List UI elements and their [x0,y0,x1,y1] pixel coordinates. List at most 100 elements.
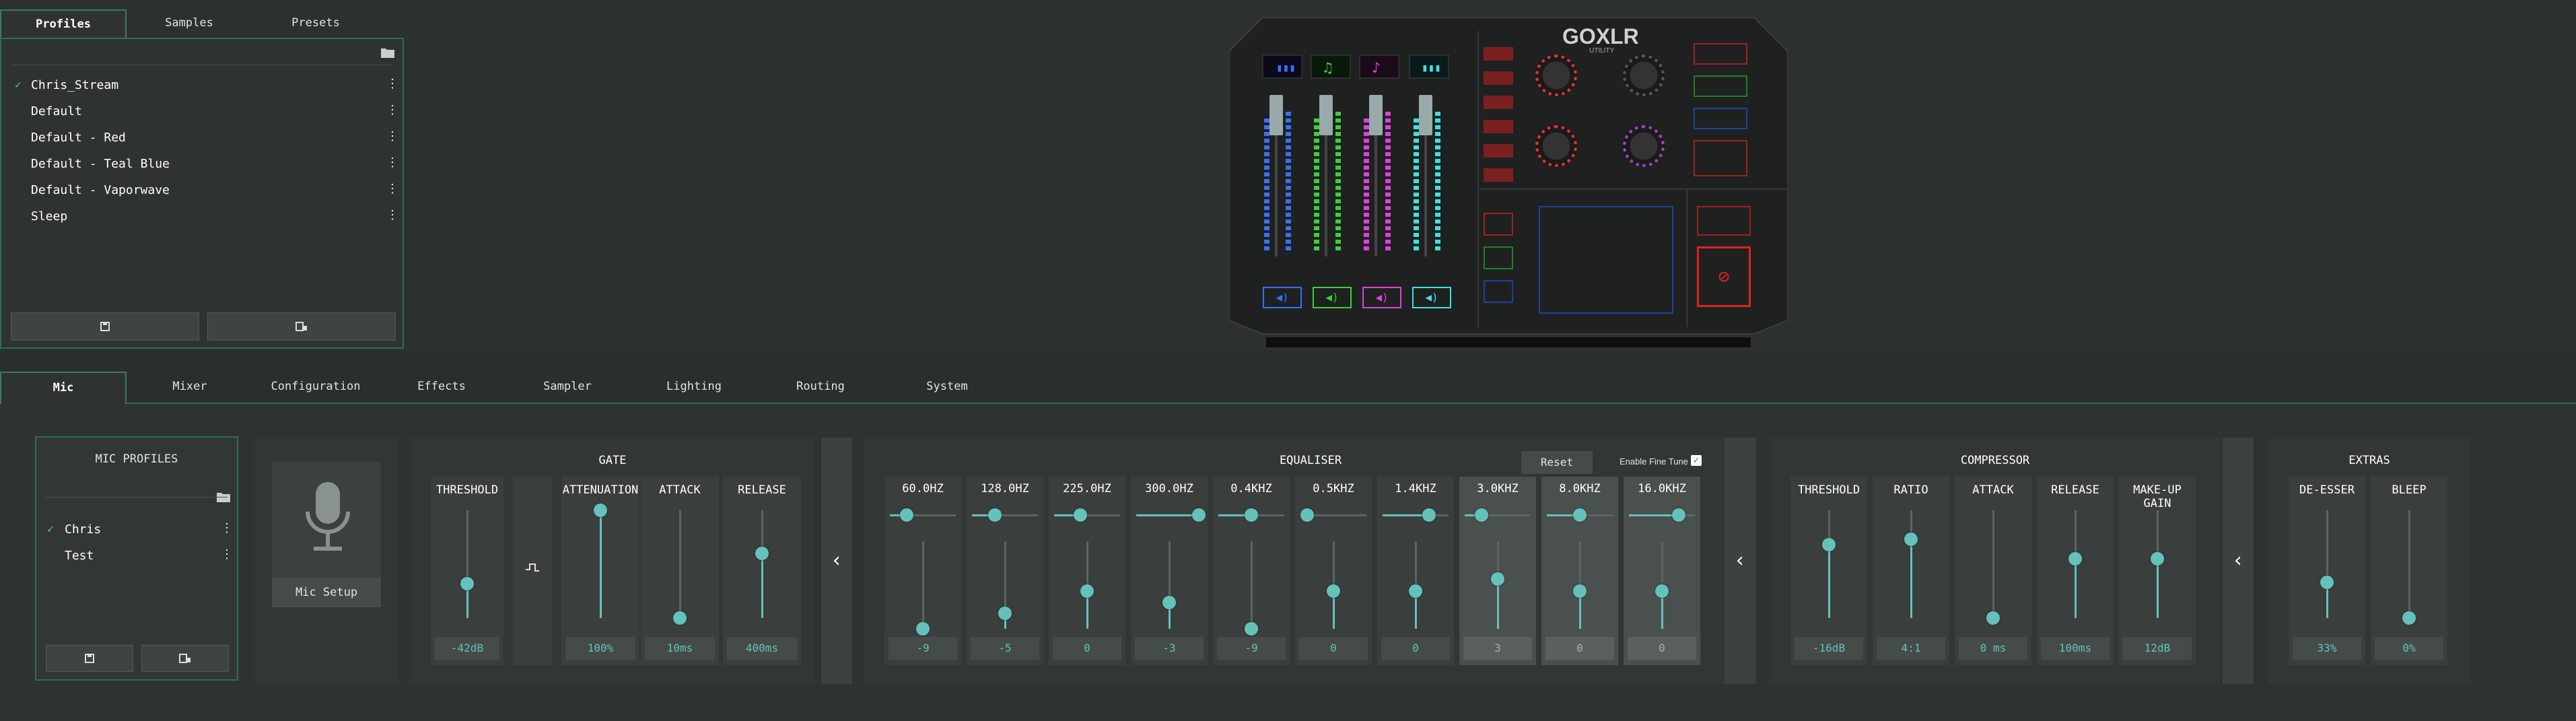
eq-band: 1.4KHZ 0 [1377,477,1454,665]
fine-tune-checkbox[interactable]: ✓ [1691,455,1702,466]
eq-collapse-arrow[interactable]: ‹ [1725,438,1755,684]
eq-reset-button[interactable]: Reset [1521,451,1593,474]
sampler-bank [1484,280,1513,303]
eq-frequency-handle[interactable] [900,508,913,522]
fx-button [1694,43,1747,65]
menu-dots-icon[interactable]: ⋮ [386,131,398,143]
eq-frequency-label: 300.0HZ [1145,482,1193,495]
tab-sampler[interactable]: Sampler [505,372,630,403]
slider-handle[interactable] [755,547,769,560]
eq-gain-handle[interactable] [1491,572,1504,586]
menu-dots-icon[interactable]: ⋮ [386,183,398,195]
slider-handle[interactable] [1822,538,1836,551]
eq-frequency-handle[interactable] [1074,508,1087,522]
microphone-icon [306,482,350,551]
tab-configuration[interactable]: Configuration [253,372,378,403]
menu-dots-icon[interactable]: ⋮ [386,104,398,116]
gate-collapse-arrow[interactable]: ‹ [821,438,852,684]
profile-item[interactable]: Default [31,104,82,118]
sampler-pad [1539,206,1673,314]
effect-knob [1535,125,1577,167]
check-icon: ✓ [47,522,54,535]
eq-gain-handle[interactable] [998,607,1012,620]
eq-frequency-handle[interactable] [1475,508,1488,522]
profile-item[interactable]: Chris_Stream [31,78,118,92]
eq-frequency-label: 128.0HZ [981,482,1029,495]
eq-gain-handle[interactable] [1573,584,1587,598]
eq-gain-handle[interactable] [1080,584,1094,598]
eq-gain-value: 0 [1381,637,1450,660]
eq-gain-value: 0 [1299,637,1368,660]
slider-handle[interactable] [460,577,474,590]
tab-effects[interactable]: Effects [380,372,503,403]
slider-handle[interactable] [1986,611,2000,625]
mic-profile-item[interactable]: Chris [65,522,101,537]
tab-routing[interactable]: Routing [758,372,883,403]
svg-text:♫: ♫ [1323,60,1332,77]
slider-handle[interactable] [2068,552,2082,565]
tab-lighting[interactable]: Lighting [631,372,757,403]
slider-column: MAKE-UP GAIN 12dB [2119,477,2196,665]
eq-frequency-handle[interactable] [1192,508,1206,522]
eq-frequency-handle[interactable] [1245,508,1258,522]
eq-band: 300.0HZ -3 [1131,477,1208,665]
gate-mode-toggle[interactable] [513,477,552,665]
eq-frequency-handle[interactable] [1300,508,1314,522]
eq-frequency-handle[interactable] [1573,508,1587,522]
menu-dots-icon[interactable]: ⋮ [221,522,233,535]
eq-gain-value: -9 [889,637,957,660]
slider-handle[interactable] [2320,576,2334,589]
slider-fill [1828,545,1830,618]
tab-system[interactable]: System [884,372,1010,403]
profile-item[interactable]: Default - Vaporwave [31,183,170,197]
slider-handle[interactable] [673,611,687,625]
extras-section: EXTRAS DE-ESSER 33% BLEEP 0% [2268,438,2470,684]
profile-item[interactable]: Sleep [31,209,67,224]
eq-gain-handle[interactable] [1245,622,1258,636]
menu-dots-icon[interactable]: ⋮ [386,209,398,221]
svg-text:▮▮▮: ▮▮▮ [1422,61,1441,74]
eq-gain-handle[interactable] [1409,584,1422,598]
profile-item[interactable]: Default - Teal Blue [31,157,170,171]
slider-column: RELEASE 400ms [723,477,801,665]
compressor-collapse-arrow[interactable]: ‹ [2223,438,2254,684]
eq-gain-value: -9 [1217,637,1286,660]
value-readout: 100ms [2041,637,2110,660]
eq-frequency-handle[interactable] [1672,508,1685,522]
mic-setup-label: Mic Setup [272,578,381,607]
tab-profiles[interactable]: Profiles [0,9,127,39]
menu-dots-icon[interactable]: ⋮ [221,549,233,561]
eq-frequency-fill [1136,514,1199,516]
save-as-mic-profile-button[interactable] [141,645,229,672]
menu-dots-icon[interactable]: ⋮ [386,157,398,169]
tab-mixer[interactable]: Mixer [128,372,252,403]
value-readout: 0 ms [1959,637,2027,660]
eq-frequency-label: 1.4KHZ [1395,482,1436,495]
save-profile-button[interactable] [11,312,199,341]
slider-handle[interactable] [2151,552,2164,565]
eq-gain-handle[interactable] [1162,596,1176,609]
eq-frequency-handle[interactable] [1422,508,1436,522]
level-meter [1314,118,1319,253]
eq-frequency-handle[interactable] [988,508,1002,522]
save-mic-profile-button[interactable] [46,645,133,672]
eq-frequency-fill [1629,514,1679,516]
slider-handle[interactable] [594,504,607,517]
save-as-profile-button[interactable] [207,312,396,341]
folder-icon[interactable] [381,47,394,59]
menu-dots-icon[interactable]: ⋮ [386,78,398,90]
tab-mic[interactable]: Mic [0,372,127,404]
tab-samples[interactable]: Samples [128,9,250,39]
eq-gain-value: -3 [1135,637,1204,660]
slider-handle[interactable] [2402,611,2416,625]
tab-presets[interactable]: Presets [252,9,380,39]
mic-setup-button[interactable]: Mic Setup [272,462,381,607]
folder-icon[interactable] [217,491,230,504]
profile-item[interactable]: Default - Red [31,131,126,145]
eq-gain-handle[interactable] [1327,584,1340,598]
mic-profile-item[interactable]: Test [65,549,94,563]
eq-gain-handle[interactable] [1655,584,1669,598]
slider-handle[interactable] [1904,533,1918,546]
eq-gain-handle[interactable] [916,622,930,636]
save-as-icon [295,322,307,331]
